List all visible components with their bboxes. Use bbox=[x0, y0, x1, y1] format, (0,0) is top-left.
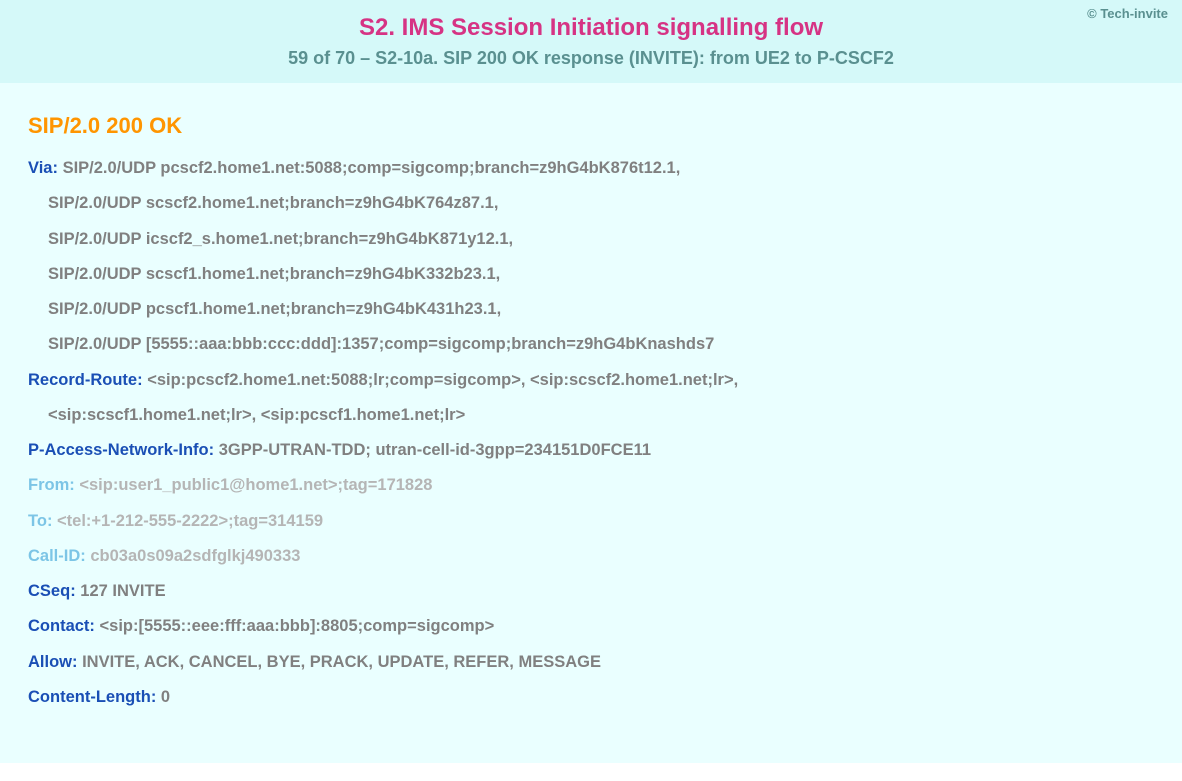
via-header-line: Via: SIP/2.0/UDP pcscf2.home1.net:5088;c… bbox=[28, 157, 1154, 179]
via-continuation-2: SIP/2.0/UDP scscf2.home1.net;branch=z9hG… bbox=[28, 192, 1154, 214]
content-length-header-line: Content-Length: 0 bbox=[28, 686, 1154, 708]
cseq-label: CSeq bbox=[28, 582, 70, 600]
contact-header-line: Contact: <sip:[5555::eee:fff:aaa:bbb]:88… bbox=[28, 615, 1154, 637]
via-value-4: SIP/2.0/UDP scscf1.home1.net;branch=z9hG… bbox=[48, 265, 500, 283]
p-access-network-info-line: P-Access-Network-Info: 3GPP-UTRAN-TDD; u… bbox=[28, 439, 1154, 461]
call-id-value: cb03a0s09a2sdfglkj490333 bbox=[90, 547, 300, 565]
record-route-continuation: <sip:scscf1.home1.net;lr>, <sip:pcscf1.h… bbox=[28, 404, 1154, 426]
via-continuation-6: SIP/2.0/UDP [5555::aaa:bbb:ccc:ddd]:1357… bbox=[28, 333, 1154, 355]
contact-value: <sip:[5555::eee:fff:aaa:bbb]:8805;comp=s… bbox=[100, 617, 495, 635]
via-value-5: SIP/2.0/UDP pcscf1.home1.net;branch=z9hG… bbox=[48, 300, 501, 318]
cseq-value: 127 INVITE bbox=[80, 582, 165, 600]
via-continuation-4: SIP/2.0/UDP scscf1.home1.net;branch=z9hG… bbox=[28, 263, 1154, 285]
record-route-value-2: <sip:scscf1.home1.net;lr>, <sip:pcscf1.h… bbox=[48, 406, 465, 424]
content-length-value: 0 bbox=[161, 688, 170, 706]
via-continuation-5: SIP/2.0/UDP pcscf1.home1.net;branch=z9hG… bbox=[28, 298, 1154, 320]
cseq-header-line: CSeq: 127 INVITE bbox=[28, 580, 1154, 602]
sip-status-line: SIP/2.0 200 OK bbox=[28, 113, 1154, 139]
page-title: S2. IMS Session Initiation signalling fl… bbox=[20, 14, 1162, 42]
allow-label: Allow bbox=[28, 653, 72, 671]
p-access-network-info-value: 3GPP-UTRAN-TDD; utran-cell-id-3gpp=23415… bbox=[219, 441, 651, 459]
call-id-header-line: Call-ID: cb03a0s09a2sdfglkj490333 bbox=[28, 545, 1154, 567]
to-header-line: To: <tel:+1-212-555-2222>;tag=314159 bbox=[28, 510, 1154, 532]
allow-header-line: Allow: INVITE, ACK, CANCEL, BYE, PRACK, … bbox=[28, 651, 1154, 673]
header-banner: © Tech-invite S2. IMS Session Initiation… bbox=[0, 0, 1182, 83]
from-label: From bbox=[28, 476, 69, 494]
via-value-1: SIP/2.0/UDP pcscf2.home1.net:5088;comp=s… bbox=[63, 159, 681, 177]
to-label: To bbox=[28, 512, 47, 530]
record-route-label: Record-Route bbox=[28, 371, 137, 389]
via-value-2: SIP/2.0/UDP scscf2.home1.net;branch=z9hG… bbox=[48, 194, 498, 212]
page-subtitle: 59 of 70 – S2-10a. SIP 200 OK response (… bbox=[20, 48, 1162, 69]
via-label: Via bbox=[28, 159, 52, 177]
to-value: <tel:+1-212-555-2222>;tag=314159 bbox=[57, 512, 323, 530]
via-continuation-3: SIP/2.0/UDP icscf2_s.home1.net;branch=z9… bbox=[28, 228, 1154, 250]
from-value: <sip:user1_public1@home1.net>;tag=171828 bbox=[79, 476, 432, 494]
record-route-header-line: Record-Route: <sip:pcscf2.home1.net:5088… bbox=[28, 369, 1154, 391]
contact-label: Contact bbox=[28, 617, 89, 635]
via-value-6: SIP/2.0/UDP [5555::aaa:bbb:ccc:ddd]:1357… bbox=[48, 335, 714, 353]
content-length-label: Content-Length bbox=[28, 688, 151, 706]
copyright-text: © Tech-invite bbox=[1087, 6, 1168, 21]
from-header-line: From: <sip:user1_public1@home1.net>;tag=… bbox=[28, 474, 1154, 496]
via-value-3: SIP/2.0/UDP icscf2_s.home1.net;branch=z9… bbox=[48, 230, 513, 248]
call-id-label: Call-ID bbox=[28, 547, 80, 565]
allow-value: INVITE, ACK, CANCEL, BYE, PRACK, UPDATE,… bbox=[82, 653, 601, 671]
p-access-network-info-label: P-Access-Network-Info bbox=[28, 441, 209, 459]
record-route-value-1: <sip:pcscf2.home1.net:5088;lr;comp=sigco… bbox=[147, 371, 738, 389]
sip-message-content: SIP/2.0 200 OK Via: SIP/2.0/UDP pcscf2.h… bbox=[0, 83, 1182, 763]
